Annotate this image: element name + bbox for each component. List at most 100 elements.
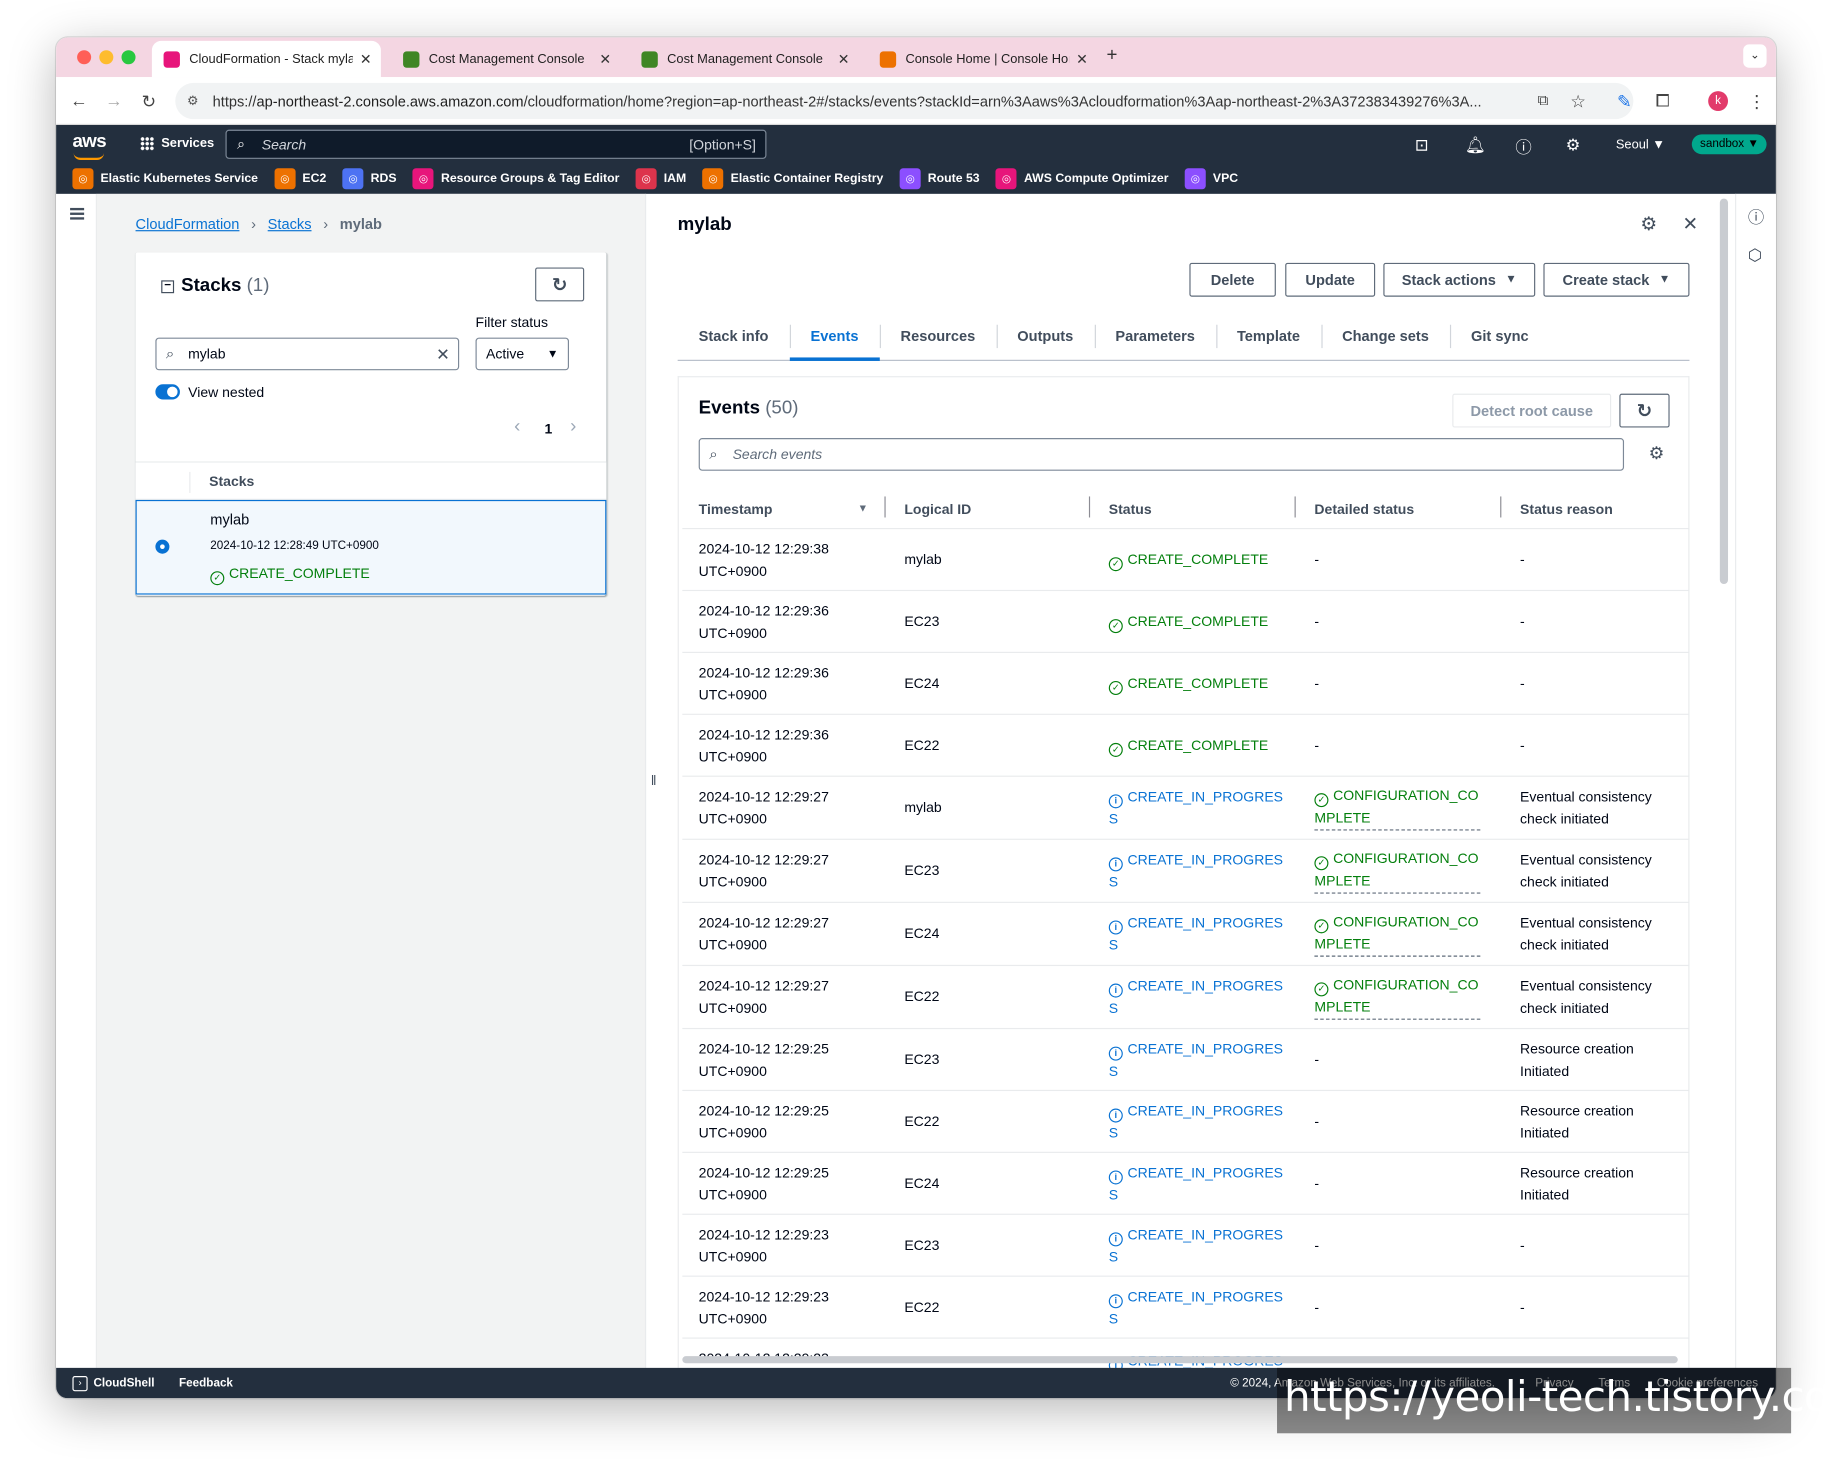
insights-icon[interactable]: ⬡ <box>1748 245 1762 265</box>
favorite-service-link[interactable]: ◎ AWS Compute Optimizer <box>995 168 1168 190</box>
feedback-link[interactable]: Feedback <box>179 1377 233 1390</box>
sort-desc-icon[interactable]: ▼ <box>858 502 868 514</box>
update-button[interactable]: Update <box>1285 262 1376 297</box>
create-stack-button[interactable]: Create stack ▼ <box>1543 262 1690 297</box>
console-search-input[interactable]: ⌕ Search [Option+S] <box>225 129 767 159</box>
info-panel-icon[interactable]: ⓘ <box>1748 206 1764 229</box>
close-panel-icon[interactable]: ✕ <box>1682 213 1698 236</box>
account-menu[interactable]: sandbox ▼ <box>1691 134 1768 155</box>
bookmark-star-icon[interactable]: ☆ <box>1570 91 1586 112</box>
delete-button[interactable]: Delete <box>1189 262 1276 297</box>
favorite-service-link[interactable]: ◎ Resource Groups & Tag Editor <box>412 168 619 190</box>
tab-search-icon[interactable]: ⌄ <box>1743 44 1767 68</box>
stack-name[interactable]: mylab <box>210 512 249 528</box>
event-timestamp: 2024-10-12 12:29:36 UTC+0900 <box>698 726 829 766</box>
close-tab-icon[interactable]: ✕ <box>599 51 611 67</box>
browser-menu-icon[interactable]: ⋮ <box>1748 91 1766 112</box>
tab-outputs[interactable]: Outputs <box>996 313 1094 360</box>
cloudshell-icon[interactable]: › <box>72 1375 88 1391</box>
close-window-icon[interactable] <box>77 50 92 65</box>
favorite-service-link[interactable]: ◎ EC2 <box>274 168 326 190</box>
region-selector[interactable]: Seoul ▼ <box>1616 138 1665 152</box>
col-timestamp[interactable]: Timestamp <box>699 501 773 517</box>
aws-logo[interactable]: aws <box>72 132 106 153</box>
clear-search-icon[interactable]: ✕ <box>436 344 450 364</box>
back-icon[interactable]: ← <box>70 91 88 111</box>
filter-status-select[interactable]: Active ▼ <box>475 337 569 371</box>
translate-icon[interactable]: ⧉ <box>1538 91 1549 110</box>
col-logical-id[interactable]: Logical ID <box>904 501 971 517</box>
favorite-service-link[interactable]: ◎ Elastic Kubernetes Service <box>72 168 258 190</box>
browser-tab[interactable]: Console Home | Console Home ✕ <box>868 41 1097 77</box>
close-tab-icon[interactable]: ✕ <box>1076 51 1088 67</box>
favorite-service-link[interactable]: ◎ RDS <box>342 168 397 190</box>
browser-tab[interactable]: Cost Management Console ✕ <box>630 41 859 77</box>
extension-tool-icon[interactable]: ✎ <box>1617 91 1632 112</box>
col-detailed-status[interactable]: Detailed status <box>1314 501 1414 517</box>
col-status-reason[interactable]: Status reason <box>1520 501 1613 517</box>
site-settings-icon[interactable]: ⚙ <box>187 93 199 109</box>
favorite-service-link[interactable]: ◎ Route 53 <box>899 168 980 190</box>
table-preferences-icon[interactable]: ⚙ <box>1649 443 1665 464</box>
tab-resources[interactable]: Resources <box>879 313 996 360</box>
search-icon: ⌕ <box>165 344 175 363</box>
tab-git-sync[interactable]: Git sync <box>1449 313 1550 360</box>
tab-change-sets[interactable]: Change sets <box>1321 313 1450 360</box>
event-detailed-status[interactable]: ✓ CONFIGURATION_CO MPLETE <box>1314 848 1481 894</box>
cloudshell-link[interactable]: CloudShell <box>93 1377 154 1390</box>
tab-parameters[interactable]: Parameters <box>1094 313 1216 360</box>
favorite-service-link[interactable]: ◎ IAM <box>635 168 686 190</box>
notifications-bell-icon[interactable]: 🔔︎ <box>1465 136 1486 156</box>
panel-settings-icon[interactable]: ⚙ <box>1640 213 1657 236</box>
search-icon: ⌕ <box>709 445 718 463</box>
col-status[interactable]: Status <box>1109 501 1152 517</box>
new-tab-icon[interactable]: + <box>1106 46 1117 67</box>
breadcrumb-stacks[interactable]: Stacks <box>268 216 312 232</box>
prev-page-icon[interactable]: ‹ <box>514 417 520 438</box>
browser-tab[interactable]: Cost Management Console ✕ <box>391 41 620 77</box>
browser-tab[interactable]: CloudFormation - Stack mylab ✕ <box>151 40 381 78</box>
info-icon: i <box>1108 857 1123 872</box>
event-detailed-status[interactable]: ✓ CONFIGURATION_CO MPLETE <box>1314 911 1481 957</box>
close-tab-icon[interactable]: ✕ <box>360 51 372 67</box>
help-icon[interactable]: ⓘ <box>1515 136 1531 159</box>
reload-icon[interactable]: ↻ <box>141 91 156 112</box>
detect-root-cause-button[interactable]: Detect root cause <box>1452 393 1612 428</box>
cloudshell-icon[interactable]: ⊡ <box>1415 136 1429 156</box>
close-tab-icon[interactable]: ✕ <box>838 51 850 67</box>
favorite-service-link[interactable]: ◎ Elastic Container Registry <box>702 168 883 190</box>
services-menu-button[interactable]: Services <box>140 136 214 151</box>
forward-icon[interactable]: → <box>105 91 123 111</box>
column-divider[interactable] <box>1088 496 1091 518</box>
horizontal-scrollbar[interactable] <box>682 1356 1678 1364</box>
next-page-icon[interactable]: › <box>570 417 576 438</box>
stack-row-selected[interactable]: mylab 2024-10-12 12:28:49 UTC+0900 ✓ CREA… <box>135 499 607 595</box>
column-divider[interactable] <box>1294 496 1296 518</box>
event-detailed-status[interactable]: ✓ CONFIGURATION_CO MPLETE <box>1314 785 1481 831</box>
view-nested-toggle[interactable] <box>155 384 180 400</box>
profile-avatar[interactable]: k <box>1708 91 1729 111</box>
breadcrumb-cloudformation[interactable]: CloudFormation <box>136 216 240 232</box>
address-bar[interactable]: ⚙ https://ap-northeast-2.console.aws.ama… <box>175 82 1634 120</box>
refresh-events-button[interactable]: ↻ <box>1619 393 1670 428</box>
hamburger-menu-icon[interactable] <box>70 207 85 220</box>
page-number[interactable]: 1 <box>544 421 552 437</box>
event-detailed-status[interactable]: ✓ CONFIGURATION_CO MPLETE <box>1314 974 1481 1020</box>
stack-actions-button[interactable]: Stack actions ▼ <box>1383 262 1536 297</box>
maximize-window-icon[interactable] <box>121 50 136 65</box>
tab-events[interactable]: Events <box>789 313 880 361</box>
stack-search-input[interactable]: ⌕ mylab ✕ <box>155 337 460 371</box>
search-events-input[interactable]: ⌕ Search events <box>698 438 1625 471</box>
column-divider[interactable] <box>1500 496 1502 518</box>
vertical-scrollbar[interactable] <box>1719 198 1729 585</box>
favorite-service-link[interactable]: ◎ VPC <box>1184 168 1238 190</box>
settings-gear-icon[interactable]: ⚙ <box>1566 136 1581 156</box>
extensions-puzzle-icon[interactable]: ⧠ <box>1656 91 1670 111</box>
column-divider[interactable] <box>884 496 886 518</box>
refresh-stacks-button[interactable]: ↻ <box>535 267 585 302</box>
tab-stack-info[interactable]: Stack info <box>678 313 790 360</box>
minimize-window-icon[interactable] <box>99 50 114 65</box>
collapse-panel-icon[interactable]: − <box>161 280 175 294</box>
radio-selected-icon[interactable] <box>155 539 170 554</box>
tab-template[interactable]: Template <box>1215 313 1321 360</box>
